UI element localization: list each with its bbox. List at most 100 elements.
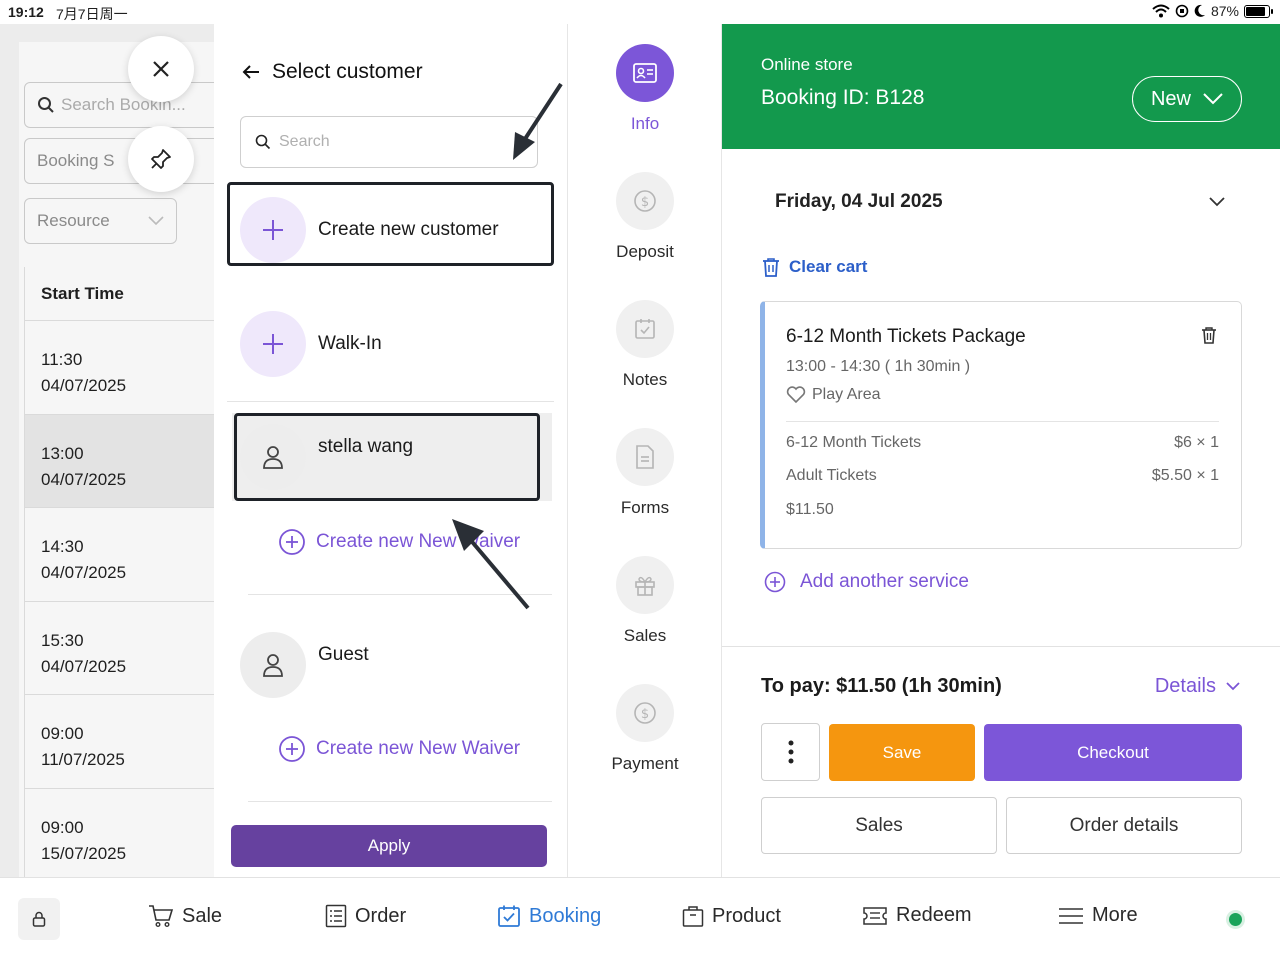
chevron-down-icon [148, 216, 164, 226]
chevron-down-icon[interactable] [1209, 197, 1225, 207]
row-time: 15:30 [41, 630, 84, 650]
cart-icon [148, 904, 174, 928]
add-service-label: Add another service [800, 571, 969, 592]
clear-cart-button[interactable]: Clear cart [762, 257, 867, 277]
trash-icon[interactable] [1201, 326, 1217, 344]
nav-item-more[interactable]: More [1058, 904, 1138, 927]
service-card: 6-12 Month Tickets Package 13:00 - 14:30… [760, 301, 1242, 549]
nav-item-sale[interactable]: Sale [148, 904, 222, 928]
divider [786, 421, 1219, 422]
walk-in-label: Walk-In [318, 333, 382, 354]
table-row[interactable]: 09:00 11/07/2025 [25, 695, 214, 789]
table-row[interactable]: 09:00 15/07/2025 [25, 788, 214, 877]
walk-in-option[interactable]: Walk-In [240, 311, 382, 377]
line-item-price: $5.50 × 1 [1151, 467, 1219, 484]
booking-status-label: New [1150, 87, 1191, 110]
details-label: Details [1154, 675, 1216, 697]
status-time: 19:12 [8, 4, 44, 20]
booking-status-dropdown[interactable]: New [1132, 76, 1242, 122]
save-button[interactable]: Save [829, 724, 975, 781]
calendar-check-icon [497, 904, 521, 928]
menu-icon [1058, 907, 1084, 925]
highlight-box [227, 182, 554, 266]
row-date: 11/07/2025 [41, 750, 125, 770]
create-waiver-label: Create new New Waiver [316, 738, 521, 759]
nav-label: More [1092, 904, 1138, 926]
lock-icon [32, 911, 46, 927]
back-arrow-icon[interactable] [242, 64, 260, 80]
pointer-arrow-icon [452, 519, 530, 610]
status-date: 7月7日周一 [56, 6, 128, 22]
details-toggle[interactable]: Details [1155, 675, 1240, 698]
resource-filter-label: Resource [37, 211, 110, 230]
nav-item-product[interactable]: Product [682, 904, 781, 928]
line-item-name: 6-12 Month Tickets [786, 434, 922, 451]
order-details-button[interactable]: Order details [1006, 797, 1242, 854]
nav-label: Product [712, 904, 781, 927]
service-time: 13:00 - 14:30 ( 1h 30min ) [786, 358, 971, 375]
rail-label: Deposit [616, 242, 674, 261]
subtotal-value: $11.50 [786, 501, 834, 518]
row-time: 09:00 [41, 724, 84, 744]
table-row[interactable]: 14:30 04/07/2025 [25, 508, 214, 602]
checkout-button[interactable]: Checkout [984, 724, 1242, 781]
more-options-button[interactable] [761, 723, 820, 781]
dollar-circle-icon: $ [616, 684, 674, 742]
ticket-icon [862, 905, 888, 927]
nav-label: Booking [529, 904, 602, 927]
svg-text:$: $ [641, 195, 649, 210]
service-subtotal: $11.50 [786, 501, 1219, 519]
nav-item-redeem[interactable]: Redeem [862, 904, 972, 927]
add-service-button[interactable]: Add another service [764, 571, 969, 593]
status-bar: 19:12 7月7日周一 87% [0, 0, 1280, 24]
create-waiver-link[interactable]: Create new New Waiver [278, 735, 520, 763]
apply-button[interactable]: Apply [231, 825, 547, 867]
rail-item-sales[interactable]: Sales [568, 556, 722, 646]
pointer-arrow-icon [513, 82, 563, 160]
row-time: 14:30 [41, 537, 84, 557]
divider [227, 401, 554, 402]
pin-icon [149, 147, 173, 171]
to-pay-summary: To pay: $11.50 (1h 30min) [761, 675, 1002, 697]
table-row[interactable]: 13:00 04/07/2025 [25, 414, 214, 509]
rail-item-deposit[interactable]: $ Deposit [568, 172, 722, 262]
table-row[interactable]: 15:30 04/07/2025 [25, 601, 214, 696]
row-time: 11:30 [41, 350, 83, 369]
line-item-price: $6 × 1 [1174, 434, 1219, 451]
booking-side-rail: Info $ Deposit Notes Forms Sales $ Payme… [568, 24, 722, 877]
customer-item-guest[interactable]: Guest [240, 632, 369, 698]
orientation-lock-icon [1175, 4, 1189, 18]
close-icon [152, 60, 170, 78]
nav-label: Sale [182, 904, 223, 927]
pin-button[interactable] [128, 126, 194, 192]
customer-search-input[interactable]: Search [240, 116, 538, 168]
start-time-header: Start Time [25, 267, 214, 321]
rail-label: Payment [611, 754, 679, 773]
plus-circle-icon [278, 735, 306, 763]
wifi-icon [1152, 4, 1170, 18]
nav-item-order[interactable]: Order [325, 904, 406, 928]
sales-button[interactable]: Sales [761, 797, 997, 854]
lock-button[interactable] [18, 898, 60, 940]
plus-circle-icon [764, 571, 786, 593]
search-icon [37, 96, 55, 114]
table-row[interactable]: 11:30 04/07/2025 [25, 321, 214, 415]
row-date: 04/07/2025 [41, 469, 127, 489]
svg-text:$: $ [641, 707, 649, 722]
close-button[interactable] [128, 36, 194, 102]
customer-name: Guest [318, 644, 369, 665]
rail-item-info[interactable]: Info [568, 44, 722, 134]
search-icon [255, 134, 271, 150]
line-item-name: Adult Tickets [786, 467, 877, 484]
resource-filter[interactable]: Resource [24, 198, 177, 244]
rail-item-payment[interactable]: $ Payment [568, 684, 722, 774]
rail-item-forms[interactable]: Forms [568, 428, 722, 518]
chevron-down-icon [1226, 682, 1240, 691]
chevron-down-icon [1203, 93, 1223, 105]
select-customer-header: Select customer [242, 60, 423, 84]
nav-label: Order [355, 904, 407, 927]
rail-item-notes[interactable]: Notes [568, 300, 722, 390]
nav-item-booking[interactable]: Booking [497, 904, 601, 928]
nav-label: Redeem [896, 904, 972, 926]
booking-date[interactable]: Friday, 04 Jul 2025 [775, 191, 943, 213]
